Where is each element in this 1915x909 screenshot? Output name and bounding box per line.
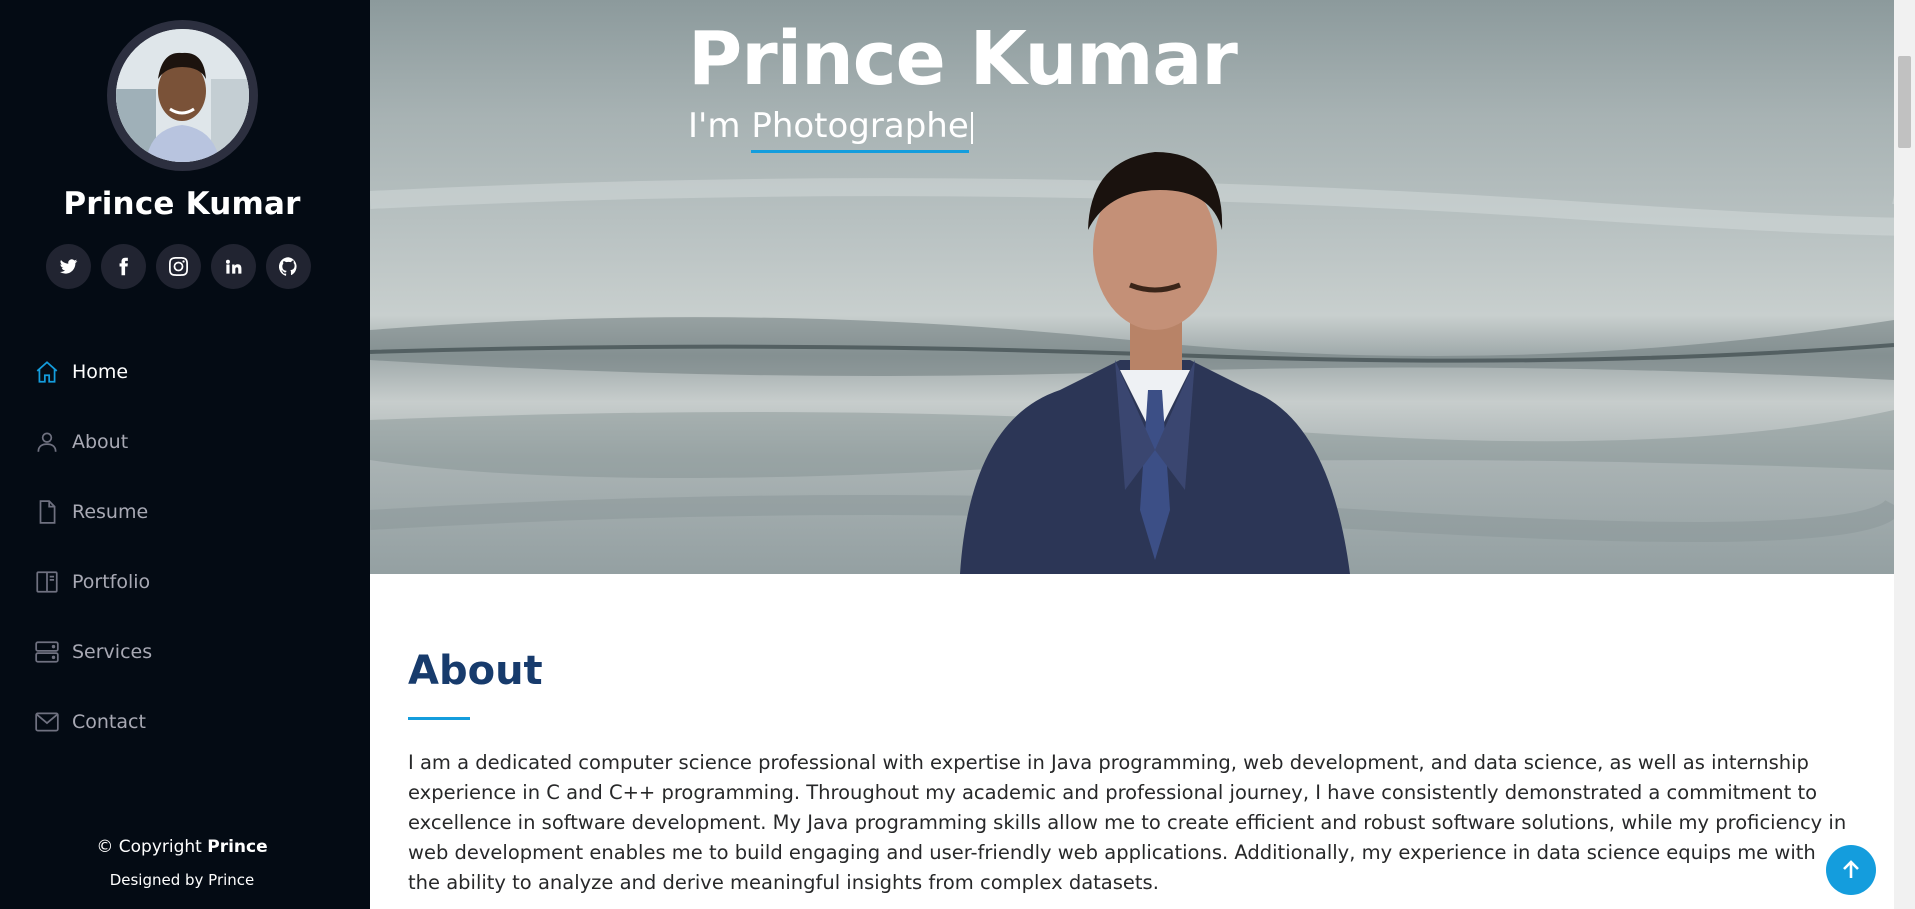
- arrow-up-icon: [1843, 860, 1859, 878]
- nav-item-label: Contact: [72, 711, 146, 733]
- nav-item-services[interactable]: Services: [34, 617, 152, 687]
- copyright: © Copyright Prince: [0, 837, 364, 857]
- nav-item-portfolio[interactable]: Portfolio: [34, 547, 152, 617]
- book-half-icon: [34, 569, 60, 595]
- hero-section: Prince Kumar I'm Photographe: [370, 0, 1894, 574]
- hero-title: Prince Kumar: [688, 16, 1238, 102]
- file-icon: [34, 499, 60, 525]
- hero-subtitle-prefix: I'm: [688, 106, 741, 146]
- nav-item-label: Home: [72, 361, 129, 383]
- envelope-icon: [34, 709, 60, 735]
- back-to-top-button[interactable]: [1826, 845, 1876, 895]
- instagram-link[interactable]: [156, 244, 201, 289]
- nav-item-label: Services: [72, 641, 153, 663]
- nav-item-contact[interactable]: Contact: [34, 687, 152, 757]
- nav-item-resume[interactable]: Resume: [34, 477, 152, 547]
- twitter-icon: [59, 259, 78, 274]
- nav-item-label: Resume: [72, 501, 149, 523]
- copyright-prefix: © Copyright: [96, 837, 202, 857]
- linkedin-link[interactable]: [211, 244, 256, 289]
- nav-item-label: About: [72, 431, 129, 453]
- home-icon: [34, 359, 60, 385]
- person-icon: [34, 429, 60, 455]
- nav-item-home[interactable]: Home: [34, 337, 152, 407]
- sidebar: Prince Kumar Home About Resume Portfolio…: [0, 0, 370, 909]
- server-icon: [34, 639, 60, 665]
- instagram-icon: [169, 257, 188, 276]
- linkedin-icon: [225, 259, 242, 274]
- nav-item-label: Portfolio: [72, 571, 151, 593]
- hero-typed-text: Photographe: [751, 106, 969, 153]
- about-text: I am a dedicated computer science profes…: [408, 751, 1847, 894]
- hero-subtitle: I'm Photographe: [688, 106, 973, 153]
- about-title: About: [408, 648, 543, 694]
- scrollbar-thumb[interactable]: [1898, 56, 1911, 148]
- profile-avatar: [107, 20, 258, 171]
- facebook-icon: [119, 257, 128, 276]
- about-title-underline: [408, 717, 470, 720]
- github-link[interactable]: [266, 244, 311, 289]
- main-nav: Home About Resume Portfolio Services Con…: [34, 337, 152, 757]
- sidebar-name: Prince Kumar: [63, 186, 301, 222]
- social-links: [46, 244, 311, 289]
- typing-cursor: [970, 111, 973, 144]
- credits: Designed by Prince: [109, 871, 255, 889]
- facebook-link[interactable]: [101, 244, 146, 289]
- twitter-link[interactable]: [46, 244, 91, 289]
- page-scrollbar[interactable]: [1894, 0, 1915, 909]
- copyright-name: Prince: [207, 837, 268, 857]
- nav-item-about[interactable]: About: [34, 407, 152, 477]
- github-icon: [279, 257, 297, 276]
- hero-portrait: [960, 152, 1350, 574]
